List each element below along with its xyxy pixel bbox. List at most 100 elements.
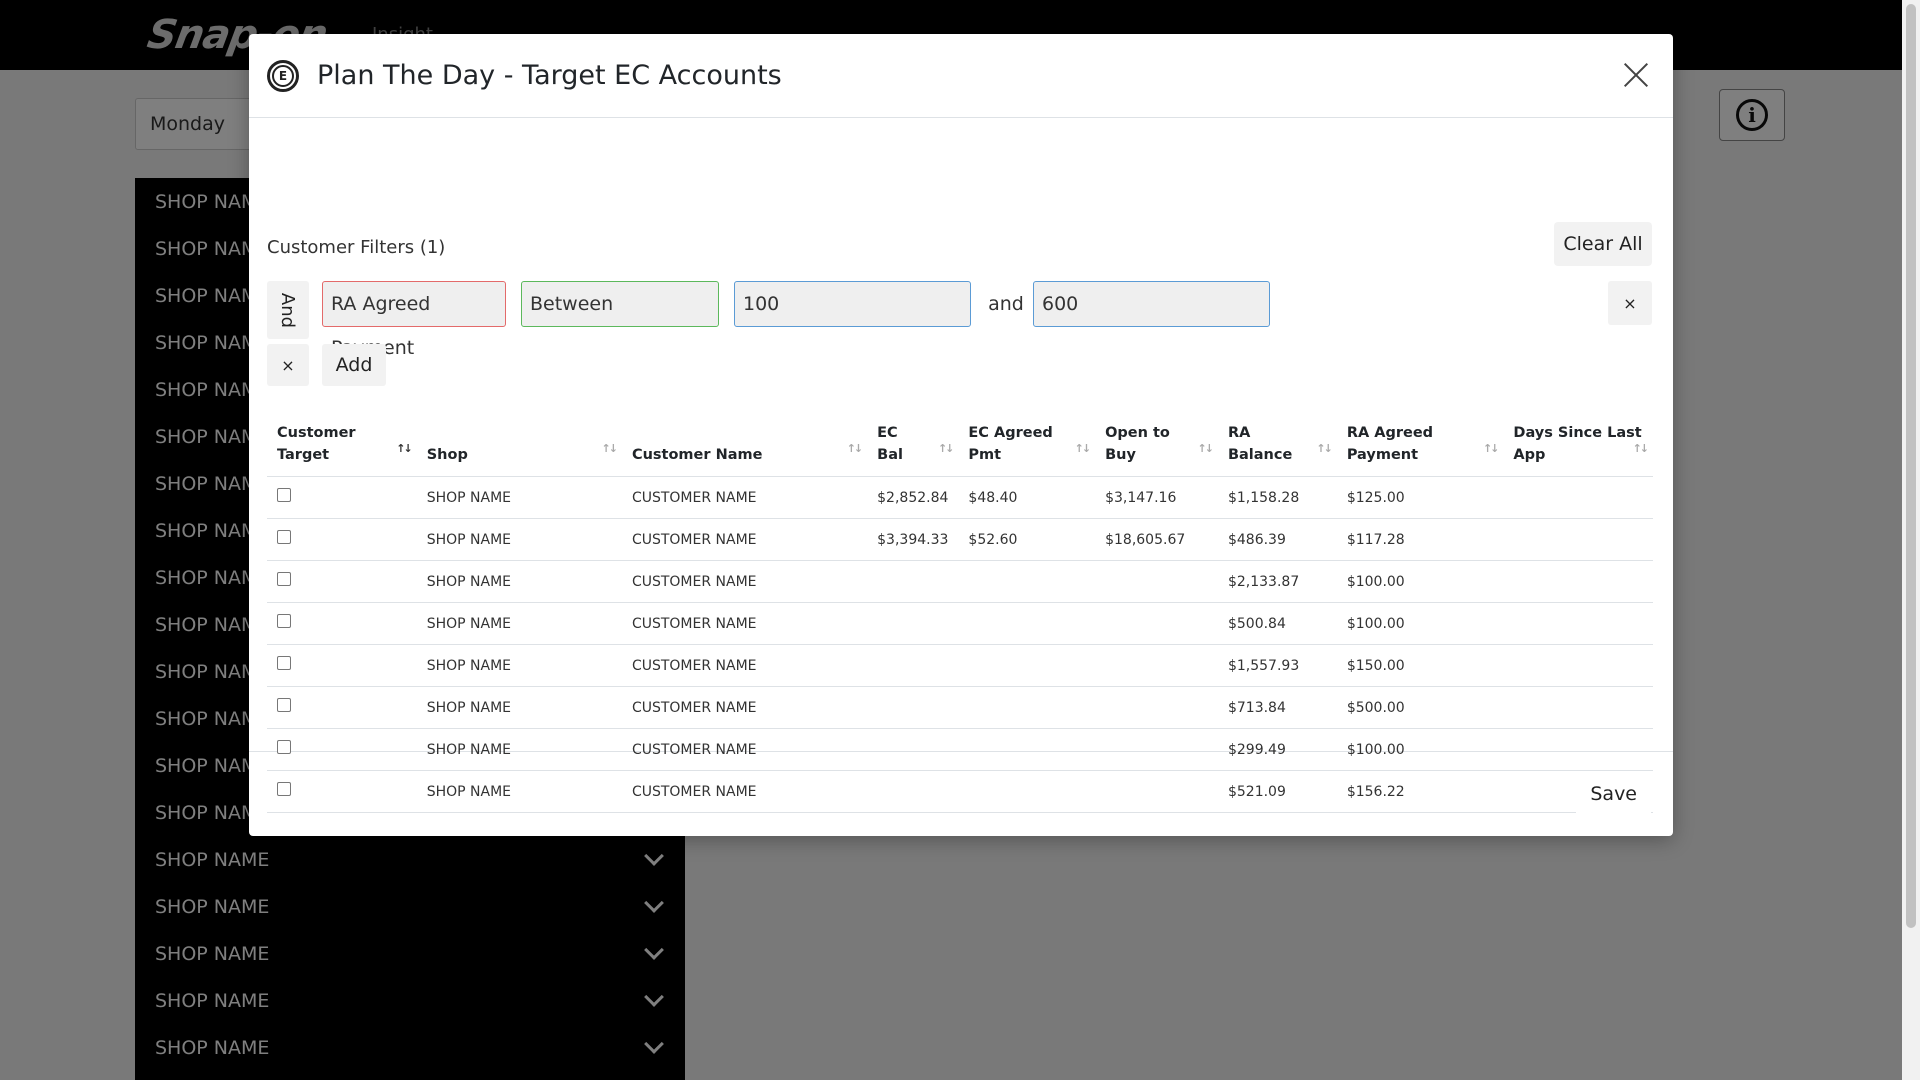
ra-agreed-payment-cell: $150.00	[1336, 644, 1504, 687]
table-row: SHOP NAME CUSTOMER NAME $2,133.87 $100.00	[267, 560, 1653, 603]
sort-icon[interactable]: ↑↓	[1316, 438, 1333, 460]
ra-balance-cell: $2,133.87	[1217, 560, 1337, 603]
sort-icon[interactable]: ↑↓	[847, 438, 864, 460]
sort-icon[interactable]: ↑↓	[1198, 438, 1215, 460]
column-header-line2: Target	[277, 447, 330, 463]
ec-agreed-pmt-cell	[958, 560, 1096, 603]
ec-bal-cell	[867, 644, 959, 687]
customer-target-cell	[267, 560, 417, 603]
table-row: SHOP NAME CUSTOMER NAME $713.84 $500.00	[267, 686, 1653, 729]
column-header[interactable]: Days Since Last App ↑↓	[1503, 416, 1653, 477]
column-header-line2: Buy	[1105, 447, 1136, 463]
column-header[interactable]: Customer Target ↑↓	[267, 416, 417, 477]
sort-icon[interactable]: ↑↓	[602, 438, 619, 460]
ra-agreed-payment-cell: $117.28	[1336, 518, 1504, 561]
ra-balance-cell: $1,158.28	[1217, 476, 1337, 519]
plan-the-day-modal: E Plan The Day - Target EC Accounts Cust…	[249, 34, 1673, 836]
column-header-line1	[427, 422, 612, 444]
brand-e-icon-inner: E	[272, 64, 294, 87]
page-scrollbar-thumb[interactable]	[1906, 4, 1916, 928]
column-header-line1: EC Agreed	[968, 425, 1053, 441]
ec-agreed-pmt-cell	[958, 644, 1096, 687]
customer-filters-label: Customer Filters (1)	[267, 237, 446, 258]
open-to-buy-cell	[1095, 686, 1218, 729]
table-row: SHOP NAME CUSTOMER NAME $1,557.93 $150.00	[267, 644, 1653, 687]
customer-target-checkbox[interactable]	[277, 655, 291, 670]
ra-agreed-payment-cell: $125.00	[1336, 476, 1504, 519]
days-since-last-app-cell	[1503, 686, 1653, 729]
group-operator-toggle[interactable]: And	[267, 281, 309, 339]
ec-bal-cell	[867, 560, 959, 603]
customer-target-checkbox[interactable]	[277, 487, 291, 502]
days-since-last-app-cell	[1503, 476, 1653, 519]
filter-max-input[interactable]: 600	[1033, 281, 1270, 327]
open-to-buy-cell: $3,147.16	[1095, 476, 1218, 519]
modal-header: E Plan The Day - Target EC Accounts	[249, 34, 1673, 118]
column-header[interactable]: Shop ↑↓	[416, 416, 622, 477]
table-row: SHOP NAME CUSTOMER NAME $3,394.33 $52.60 $18…	[267, 518, 1653, 561]
sort-icon[interactable]: ↑↓	[1633, 438, 1650, 460]
filter-field-select[interactable]: RA Agreed Payment	[322, 281, 506, 359]
column-header[interactable]: RA Agreed Payment ↑↓	[1336, 416, 1504, 477]
clear-all-button[interactable]: Clear All	[1554, 222, 1652, 266]
column-header-line1: Days Since Last	[1513, 425, 1642, 441]
save-button[interactable]: Save	[1576, 774, 1651, 814]
sort-icon[interactable]: ↑↓	[938, 438, 955, 460]
add-filter-button[interactable]: Add	[322, 344, 386, 386]
ra-balance-cell: $713.84	[1217, 686, 1337, 729]
customer-target-cell	[267, 686, 417, 729]
sort-icon[interactable]: ↑↓	[1483, 438, 1500, 460]
column-header[interactable]: Open to Buy ↑↓	[1095, 416, 1218, 477]
open-to-buy-cell	[1095, 560, 1218, 603]
ra-agreed-payment-cell: $500.00	[1336, 686, 1504, 729]
filter-min-input[interactable]: 100	[734, 281, 971, 327]
days-since-last-app-cell	[1503, 560, 1653, 603]
column-header-line2: Payment	[1346, 447, 1419, 463]
column-header[interactable]: Customer Name ↑↓	[621, 416, 868, 477]
ec-agreed-pmt-cell	[958, 602, 1096, 645]
shop-cell: SHOP NAME	[416, 602, 622, 645]
column-header-line1: RA Agreed	[1346, 425, 1434, 441]
customer-target-checkbox[interactable]	[277, 529, 291, 544]
table-header-row: Customer Target ↑↓ Shop ↑↓ Customer Name ↑↓ EC B…	[267, 416, 1653, 477]
table-row: SHOP NAME CUSTOMER NAME $2,852.84 $48.40 $3,…	[267, 476, 1653, 519]
column-header-line2: App	[1513, 447, 1546, 463]
ec-bal-cell	[867, 686, 959, 729]
column-header-line1	[632, 422, 857, 444]
page-scrollbar[interactable]	[1902, 0, 1920, 1080]
days-since-last-app-cell	[1503, 644, 1653, 687]
customer-target-checkbox[interactable]	[277, 571, 291, 586]
open-to-buy-cell	[1095, 644, 1218, 687]
column-header[interactable]: EC Agreed Pmt ↑↓	[958, 416, 1096, 477]
ra-balance-cell: $500.84	[1217, 602, 1337, 645]
ra-balance-cell: $1,557.93	[1217, 644, 1337, 687]
column-header[interactable]: RA Balance ↑↓	[1217, 416, 1337, 477]
column-header[interactable]: EC Bal ↑↓	[867, 416, 959, 477]
customer-target-cell	[267, 644, 417, 687]
ec-bal-cell: $2,852.84	[867, 476, 959, 519]
column-header-line1: Open to	[1105, 425, 1170, 441]
ec-agreed-pmt-cell	[958, 686, 1096, 729]
sort-icon[interactable]: ↑↓	[396, 438, 413, 460]
remove-group-button[interactable]: ×	[267, 344, 309, 386]
customer-target-checkbox[interactable]	[277, 613, 291, 628]
column-header-line2: Balance	[1227, 447, 1293, 463]
column-header-line2: Customer Name	[631, 447, 763, 463]
shop-cell: SHOP NAME	[416, 476, 622, 519]
customer-target-cell	[267, 518, 417, 561]
modal-footer: Save	[249, 752, 1673, 835]
column-header-line2: Pmt	[968, 447, 1002, 463]
modal-title: Plan The Day - Target EC Accounts	[317, 60, 782, 91]
column-header-line1: RA	[1227, 425, 1251, 441]
days-since-last-app-cell	[1503, 602, 1653, 645]
filter-operator-select[interactable]: Between	[521, 281, 719, 327]
customer-target-checkbox[interactable]	[277, 697, 291, 712]
shop-cell: SHOP NAME	[416, 518, 622, 561]
open-to-buy-cell	[1095, 602, 1218, 645]
close-icon[interactable]	[1623, 62, 1649, 88]
sort-icon[interactable]: ↑↓	[1075, 438, 1092, 460]
shop-cell: SHOP NAME	[416, 644, 622, 687]
remove-filter-button[interactable]: ×	[1608, 281, 1652, 325]
column-header-line2: Shop	[426, 447, 468, 463]
customer-target-cell	[267, 476, 417, 519]
